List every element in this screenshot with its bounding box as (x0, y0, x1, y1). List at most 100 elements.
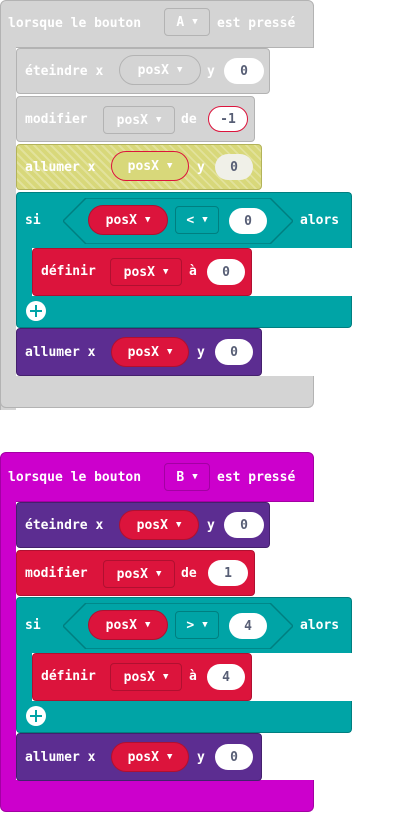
set-label: définir (41, 669, 96, 684)
compare-number-value: 4 (244, 618, 252, 634)
if-block-left-arm (16, 246, 32, 298)
x-variable-reporter[interactable]: posX ▼ (119, 510, 199, 540)
plot-block-highlighted[interactable]: allumer x posX ▼ y 0 (16, 144, 262, 190)
compare-number-input[interactable]: 4 (229, 613, 267, 639)
y-label: y (197, 345, 205, 360)
event-label-prefix: lorsque le bouton (8, 470, 142, 485)
change-label: modifier (25, 566, 88, 581)
unplot-block[interactable]: éteindre x posX ▼ y 0 (16, 502, 270, 548)
chevron-down-icon: ▼ (144, 214, 151, 225)
unplot-block[interactable]: éteindre x posX ▼ y 0 (16, 48, 270, 94)
plot-block[interactable]: allumer x posX ▼ y 0 (16, 328, 262, 376)
change-number-input[interactable]: -1 (208, 106, 248, 132)
y-number-value: 0 (230, 159, 238, 175)
y-label: y (207, 518, 215, 533)
y-number-input[interactable]: 0 (215, 744, 253, 770)
x-variable-name: posX (127, 749, 159, 765)
variable-dropdown-value: posX (116, 112, 148, 128)
by-label: de (181, 566, 197, 581)
if-block-footer[interactable] (16, 701, 352, 733)
if-block-footer[interactable] (16, 296, 352, 328)
set-number-value: 0 (222, 264, 230, 280)
y-number-input[interactable]: 0 (215, 339, 253, 365)
event-label-suffix: est pressé (217, 470, 296, 485)
chevron-down-icon: ▼ (176, 64, 183, 75)
plot-label: allumer x (25, 345, 96, 360)
y-number-input[interactable]: 0 (224, 512, 264, 538)
x-variable-name: posX (137, 62, 169, 78)
chevron-down-icon: ▼ (162, 266, 169, 277)
plot-block[interactable]: allumer x posX ▼ y 0 (16, 733, 262, 781)
unplot-label: éteindre x (25, 518, 104, 533)
y-number-input[interactable]: 0 (215, 154, 253, 180)
y-label: y (197, 750, 205, 765)
plot-label: allumer x (25, 750, 96, 765)
x-variable-reporter[interactable]: posX ▼ (111, 337, 189, 367)
variable-dropdown[interactable]: posX ▼ (110, 663, 182, 691)
chevron-down-icon: ▼ (166, 346, 173, 357)
operator-dropdown[interactable]: > ▼ (175, 611, 219, 639)
button-dropdown-value: A (176, 14, 185, 30)
if-block-left-arm (16, 651, 32, 703)
operator-value: > (186, 617, 195, 633)
if-label: si (25, 618, 41, 633)
x-variable-name: posX (127, 344, 159, 360)
change-number-value: 1 (224, 565, 232, 581)
compare-variable-reporter[interactable]: posX ▼ (88, 610, 168, 640)
change-label: modifier (25, 112, 88, 127)
operator-dropdown[interactable]: < ▼ (175, 206, 219, 234)
plot-label: allumer x (25, 160, 96, 175)
chevron-down-icon: ▼ (162, 671, 169, 682)
set-label: définir (41, 264, 96, 279)
variable-dropdown-value: posX (123, 669, 155, 685)
chevron-down-icon: ▼ (144, 619, 151, 630)
if-block[interactable]: si posX ▼ > ▼ 4 alors (16, 597, 352, 653)
unplot-label: éteindre x (25, 64, 104, 79)
y-number-input[interactable]: 0 (224, 58, 264, 84)
change-number-input[interactable]: 1 (208, 560, 248, 586)
compare-number-input[interactable]: 0 (229, 208, 267, 234)
compare-number-value: 0 (244, 213, 252, 229)
x-variable-reporter[interactable]: posX ▼ (111, 151, 189, 181)
compare-variable-name: posX (105, 617, 137, 633)
plus-circle-icon[interactable] (26, 301, 46, 321)
change-number-value: -1 (220, 111, 236, 127)
by-label: de (181, 112, 197, 127)
set-number-input[interactable]: 0 (207, 259, 245, 285)
event-footer-a[interactable] (0, 376, 314, 408)
x-variable-name: posX (136, 517, 168, 533)
if-block[interactable]: si posX ▼ < ▼ 0 alors (16, 192, 352, 248)
y-number-value: 0 (240, 63, 248, 79)
chevron-down-icon: ▼ (155, 114, 162, 125)
y-number-value: 0 (230, 749, 238, 765)
chevron-down-icon: ▼ (192, 16, 198, 27)
x-variable-reporter[interactable]: posX ▼ (119, 55, 201, 85)
set-number-input[interactable]: 4 (207, 664, 245, 690)
plus-circle-icon[interactable] (26, 706, 46, 726)
compare-variable-reporter[interactable]: posX ▼ (88, 205, 168, 235)
variable-dropdown[interactable]: posX ▼ (110, 258, 182, 286)
chevron-down-icon: ▼ (202, 214, 208, 225)
to-label: à (189, 669, 197, 684)
y-number-value: 0 (240, 517, 248, 533)
variable-dropdown-value: posX (123, 264, 155, 280)
compare-variable-name: posX (105, 212, 137, 228)
change-variable-block[interactable]: modifier posX ▼ de -1 (16, 96, 255, 142)
set-variable-block[interactable]: définir posX ▼ à 0 (32, 248, 252, 296)
chevron-down-icon: ▼ (166, 751, 173, 762)
then-label: alors (300, 213, 340, 228)
chevron-down-icon: ▼ (192, 471, 198, 482)
button-dropdown-a[interactable]: A ▼ (164, 8, 210, 36)
x-variable-reporter[interactable]: posX ▼ (111, 742, 189, 772)
variable-dropdown[interactable]: posX ▼ (103, 560, 175, 588)
variable-dropdown[interactable]: posX ▼ (103, 106, 175, 134)
if-label: si (25, 213, 41, 228)
event-label-suffix: est pressé (217, 16, 296, 31)
change-variable-block[interactable]: modifier posX ▼ de 1 (16, 550, 255, 596)
y-label: y (207, 64, 215, 79)
set-variable-block[interactable]: définir posX ▼ à 4 (32, 653, 252, 701)
button-dropdown-b[interactable]: B ▼ (164, 463, 210, 491)
to-label: à (189, 264, 197, 279)
event-footer-b[interactable] (0, 780, 314, 812)
set-number-value: 4 (222, 669, 230, 685)
